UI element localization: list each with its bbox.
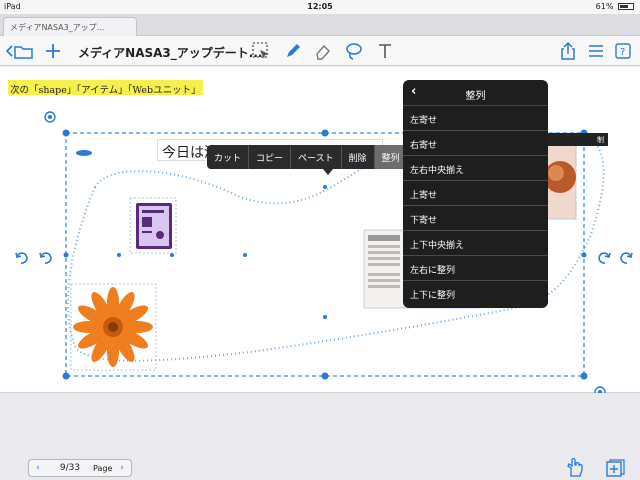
align-center-vertical-item[interactable]: 上下中央揃え [403,231,548,256]
blue-ellipse-shape[interactable] [76,150,92,156]
list-menu-icon[interactable] [586,42,606,60]
next-page-button[interactable]: › [113,460,131,476]
page-navigator: ‹ 9/33 Page › [28,459,132,477]
clock: 12:05 [307,2,333,11]
battery-indicator: 61% [596,2,634,11]
add-page-icon[interactable] [604,458,626,480]
rotate-right-icons[interactable] [598,252,633,264]
rotate-handle-bottom[interactable] [594,386,606,393]
distribute-horizontal-item[interactable]: 左右に整列 [403,256,548,281]
document-icon-image[interactable] [129,197,177,254]
delete-menu-item[interactable]: 削除 [342,145,375,169]
footer-bar: ‹ 9/33 Page › [0,456,640,480]
distribute-vertical-item[interactable]: 上下に整列 [403,281,548,306]
help-icon[interactable]: ? [613,42,633,60]
selection-tool-icon[interactable] [250,42,272,60]
context-menu-pointer [323,169,333,175]
align-popover: ‹ 整列 左寄せ 右寄せ 左右中央揃え 上寄せ 下寄せ 上下中央揃え 左右に整列… [403,80,548,308]
align-center-horizontal-item[interactable]: 左右中央揃え [403,156,548,181]
back-folder-icon[interactable] [6,42,34,60]
document-page[interactable]: 次の「shape」「アイテム」「Webユニット」 制 カット コピー ペースト … [0,67,640,393]
svg-text:?: ? [620,47,625,58]
battery-percent: 61% [595,2,614,11]
rotate-left-icons[interactable] [15,252,52,264]
pen-icon[interactable] [283,42,303,60]
align-left-item[interactable]: 左寄せ [403,106,548,131]
lasso-icon[interactable] [343,42,365,60]
copy-menu-item[interactable]: コピー [249,145,292,169]
hidden-menu-label: 制 [540,133,608,146]
text-tool-icon[interactable] [376,42,394,60]
document-tab[interactable]: メディアNASA3_アップ... [3,17,137,36]
hand-tool-icon[interactable] [563,457,585,480]
prev-page-button[interactable]: ‹ [29,460,47,476]
add-icon[interactable] [43,42,63,60]
align-right-item[interactable]: 右寄せ [403,131,548,156]
align-top-item[interactable]: 上寄せ [403,181,548,206]
context-menu: カット コピー ペースト 削除 整列 › [207,145,419,175]
paste-menu-item[interactable]: ペースト [291,145,342,169]
document-title[interactable]: メディアNASA3_アップデート... [78,44,262,61]
eraser-icon[interactable] [313,42,333,60]
align-menu-label: 整列 [381,154,400,164]
popover-header: ‹ 整列 [403,80,548,106]
status-bar: iPad 12:05 61% [0,0,640,14]
align-bottom-item[interactable]: 下寄せ [403,206,548,231]
page-number[interactable]: 9/33 [47,463,93,473]
rotate-handle-top[interactable] [44,111,56,123]
popover-title: 整列 [465,91,486,102]
cut-menu-item[interactable]: カット [207,145,250,169]
page-label: Page [93,463,113,473]
flower-image[interactable] [70,283,157,371]
battery-icon [618,3,634,10]
share-icon[interactable] [558,41,578,60]
tab-bar: メディアNASA3_アップ... [0,14,640,36]
toolbar: メディアNASA3_アップデート... ? [0,36,640,66]
